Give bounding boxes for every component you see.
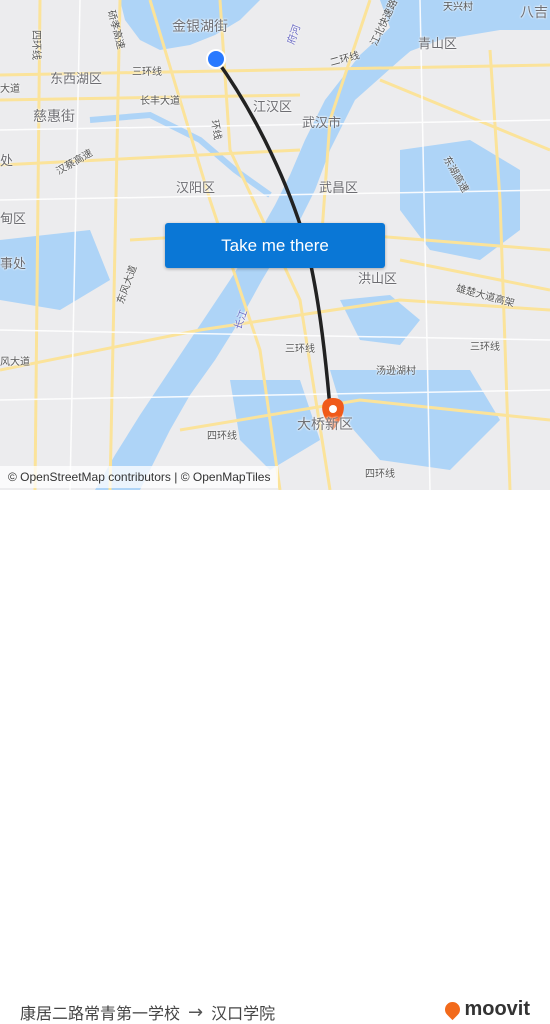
tangxun-lake: [330, 370, 500, 470]
road-label: 风大道: [0, 357, 30, 368]
origin-name: 康居二路常青第一学校: [20, 1004, 181, 1023]
map-label: 金银湖街: [172, 19, 228, 35]
map-label: 东西湖区: [50, 72, 103, 87]
map-label: 汉阳区: [176, 181, 216, 196]
moovit-pin-icon: [442, 998, 464, 1021]
origin-marker: [206, 49, 226, 69]
moovit-logo[interactable]: moovit: [442, 998, 530, 1021]
take-me-there-button[interactable]: Take me there: [165, 223, 385, 268]
map-label: 天兴村: [443, 2, 473, 13]
road-label: 环线: [208, 119, 223, 141]
map-label: 八吉: [520, 5, 548, 21]
road-label: 三环线: [285, 344, 315, 355]
map-label: 大桥新区: [297, 417, 353, 433]
map-label: 江汉区: [253, 100, 293, 115]
map-label: 武汉市: [302, 116, 342, 131]
map-label: 汤逊湖村: [376, 366, 416, 377]
route-summary: 康居二路常青第一学校 → 汉口学院: [20, 1000, 275, 1024]
footer: 康居二路常青第一学校 → 汉口学院 moovit: [0, 490, 550, 1023]
road-label: 大道: [0, 84, 20, 95]
road-label: 四环线: [30, 30, 41, 60]
road-label: 四环线: [207, 431, 237, 442]
arrow-right-icon: →: [188, 1001, 204, 1023]
road-label: 四环线: [365, 469, 395, 480]
road-label: 长丰大道: [140, 96, 180, 107]
map-label: 处: [0, 154, 14, 169]
destination-name: 汉口学院: [211, 1004, 276, 1023]
map-label: 洪山区: [358, 272, 398, 287]
road-label: 三环线: [132, 67, 162, 78]
map[interactable]: 金银湖街 东西湖区 慈惠街 江汉区 武汉市 汉阳区 武昌区 洪山区 青山区 天兴…: [0, 0, 550, 490]
road-label: 三环线: [470, 342, 500, 353]
map-label: 甸区: [0, 212, 27, 227]
map-label: 事处: [0, 257, 27, 272]
brand-name: moovit: [464, 998, 530, 1020]
map-label: 慈惠街: [33, 109, 75, 125]
map-label: 武昌区: [319, 181, 359, 196]
map-label: 青山区: [418, 37, 458, 52]
map-attribution[interactable]: © OpenStreetMap contributors | © OpenMap…: [0, 466, 279, 488]
